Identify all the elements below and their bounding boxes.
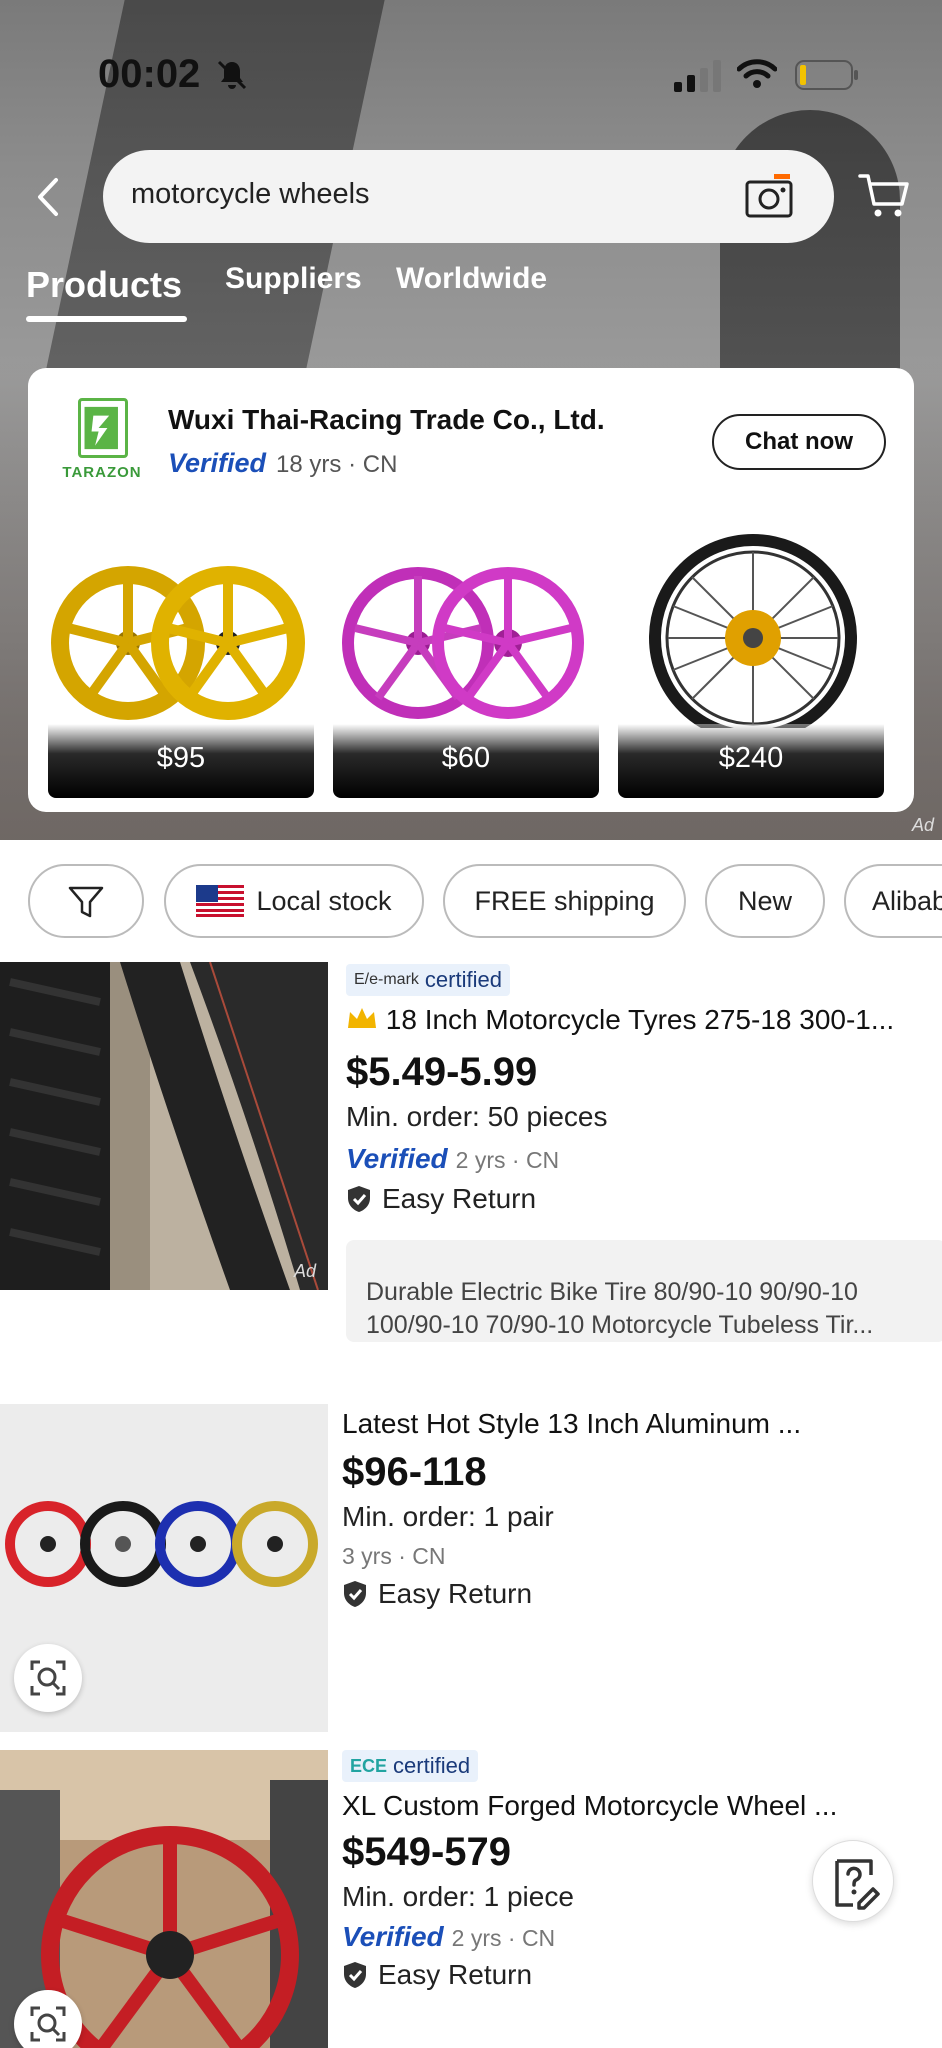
filter-chip-new[interactable]: New — [705, 864, 825, 938]
product-card[interactable]: ECE certified XL Custom Forged Motorcycl… — [0, 1750, 942, 2048]
signal-icon — [674, 60, 721, 92]
supplier-meta: Verified 2 yrs · CN — [346, 1143, 942, 1175]
status-time: 00:02 — [98, 52, 201, 96]
min-order: Min. order: 1 pair — [342, 1501, 554, 1532]
ad-tag: Ad — [293, 1261, 316, 1281]
supplier-ad-card[interactable]: TARAZON Wuxi Thai-Racing Trade Co., Ltd.… — [28, 368, 914, 812]
ad-product-tile[interactable]: $240 — [618, 528, 884, 798]
spoked-wheel-image — [649, 534, 857, 728]
min-order: Min. order: 50 pieces — [346, 1101, 608, 1132]
help-button[interactable] — [812, 1840, 894, 1922]
verified-badge: Verified — [342, 1921, 444, 1952]
status-bar: 00:02 — [0, 52, 942, 102]
supplier-meta: Verified 2 yrs · CN — [342, 1921, 942, 1953]
battery-icon — [795, 60, 858, 90]
ad-product-price: $60 — [333, 724, 599, 798]
supplier-name[interactable]: Wuxi Thai-Racing Trade Co., Ltd. — [168, 404, 605, 436]
easy-return: Easy Return — [342, 1578, 942, 1610]
product-price: $96-118 — [342, 1450, 487, 1494]
product-image[interactable] — [0, 1404, 328, 1732]
supplier-logo: TARAZON — [56, 398, 148, 490]
image-search-button[interactable] — [14, 1644, 82, 1712]
easy-return: Easy Return — [346, 1183, 942, 1215]
verified-badge: Verified — [168, 448, 267, 478]
filter-chip-local-stock[interactable]: Local stock — [164, 864, 424, 938]
certification-badge: E/e-mark certified — [346, 964, 510, 996]
ad-tag: Ad — [911, 815, 934, 835]
cart-icon[interactable] — [858, 170, 910, 220]
product-price: $5.49-5.99 — [346, 1050, 538, 1094]
product-image[interactable]: Ad — [0, 962, 328, 1290]
supplier-years-country: 3 yrs · CN — [342, 1543, 446, 1569]
shield-check-icon — [348, 1186, 370, 1212]
wifi-icon — [737, 59, 777, 88]
product-card[interactable]: Latest Hot Style 13 Inch Aluminum ... $9… — [0, 1404, 942, 1734]
product-card[interactable]: Ad E/e-mark certified 18 Inch Motorcycle… — [0, 962, 942, 1342]
bell-muted-icon — [217, 60, 247, 90]
shield-check-icon — [344, 1581, 366, 1607]
supplier-meta: 3 yrs · CN — [342, 1543, 942, 1570]
us-flag-icon — [196, 884, 245, 917]
search-bar[interactable]: motorcycle wheels — [103, 150, 834, 243]
filter-icon — [68, 886, 104, 918]
product-title[interactable]: 18 Inch Motorcycle Tyres 275-18 300-1... — [346, 1004, 936, 1036]
filter-chip-label: FREE shipping — [474, 886, 655, 916]
lens-icon — [30, 2006, 66, 2042]
back-button[interactable] — [30, 172, 70, 222]
filter-chip-label: New — [737, 886, 792, 916]
camera-search-icon[interactable] — [744, 172, 794, 220]
product-image[interactable] — [0, 1750, 328, 2048]
tire-image — [0, 962, 328, 1290]
image-search-button[interactable] — [14, 1990, 82, 2048]
lens-icon — [30, 1660, 66, 1696]
supplier-years-country: 18 yrs · CN — [276, 451, 398, 478]
filter-bar: Local stock FREE shipping New Alibaba — [0, 864, 942, 938]
supplier-meta: Verified 18 yrs · CN — [168, 448, 397, 479]
gold-wheel-image — [51, 566, 305, 720]
tab-suppliers[interactable]: Suppliers — [225, 262, 362, 296]
ad-product-price: $95 — [48, 724, 314, 798]
certification-badge: ECE certified — [342, 1750, 479, 1782]
filter-chip-free-shipping[interactable]: FREE shipping — [443, 864, 686, 938]
purple-wheel-image — [342, 567, 584, 719]
question-edit-icon — [835, 1859, 880, 1910]
supplier-years-country: 2 yrs · CN — [455, 1147, 560, 1173]
product-description[interactable]: Durable Electric Bike Tire 80/90-10 90/9… — [346, 1240, 942, 1342]
tab-products[interactable]: Products — [26, 264, 182, 306]
crown-icon — [348, 1008, 376, 1028]
filter-chip-alibaba[interactable]: Alibaba — [844, 864, 942, 938]
chat-now-button[interactable]: Chat now — [712, 414, 886, 470]
tab-worldwide[interactable]: Worldwide — [396, 262, 547, 296]
ad-product-price: $240 — [618, 724, 884, 798]
ad-product-tile[interactable]: $60 — [333, 528, 599, 798]
product-title[interactable]: Latest Hot Style 13 Inch Aluminum ... — [342, 1408, 902, 1440]
product-title[interactable]: XL Custom Forged Motorcycle Wheel ... — [342, 1790, 902, 1822]
filter-chip-label: Local stock — [256, 886, 392, 916]
tab-active-indicator — [26, 316, 187, 322]
search-input[interactable]: motorcycle wheels — [131, 178, 370, 211]
filter-button[interactable] — [28, 864, 144, 938]
supplier-years-country: 2 yrs · CN — [451, 1925, 556, 1951]
verified-badge: Verified — [346, 1143, 448, 1174]
shield-check-icon — [344, 1962, 366, 1988]
easy-return: Easy Return — [342, 1959, 942, 1991]
ad-product-tile[interactable]: $95 — [48, 528, 314, 798]
filter-chip-label: Alibaba — [872, 886, 942, 916]
